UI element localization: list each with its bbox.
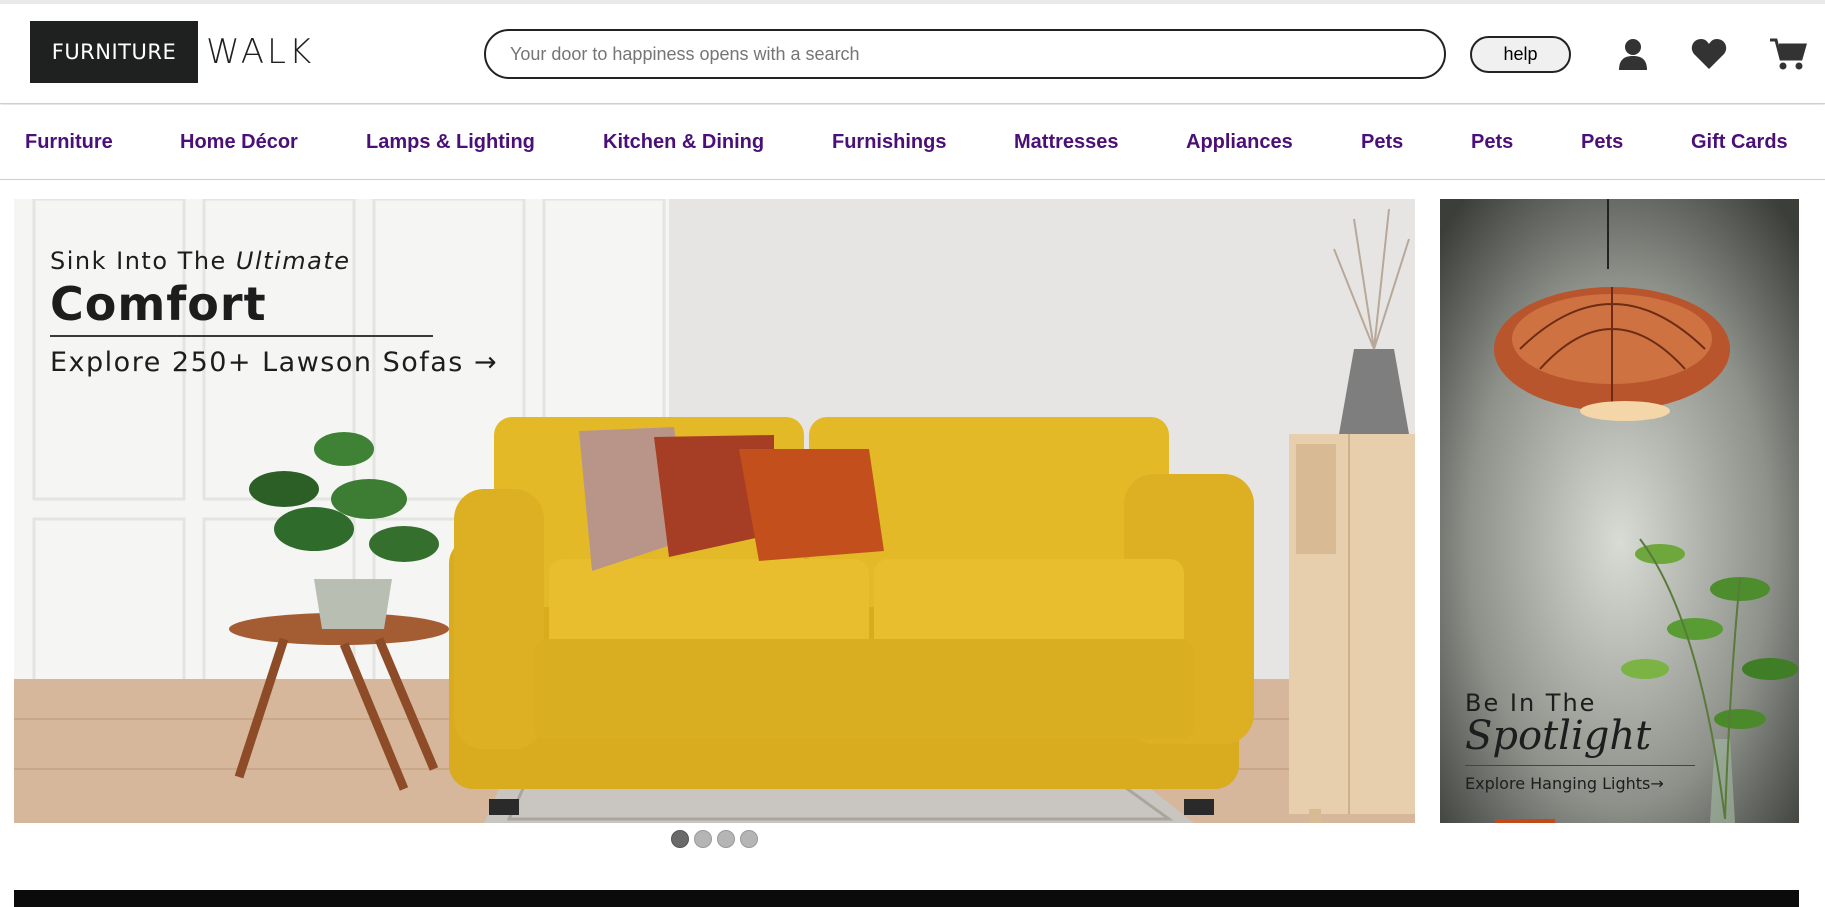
carousel-indicators (671, 830, 758, 848)
side-banner-text: Be In The Spotlight Explore Hanging Ligh… (1465, 689, 1695, 793)
nav-item-home-decor[interactable]: Home Décor (180, 131, 298, 154)
logo-box: FURNITURE (30, 21, 198, 83)
carousel-dot-2[interactable] (694, 830, 712, 848)
carousel-dot-1[interactable] (671, 830, 689, 848)
nav-item-furnishings[interactable]: Furnishings (832, 131, 946, 154)
category-nav: Furniture Home Décor Lamps & Lighting Ki… (0, 105, 1825, 180)
side-line-2: Spotlight (1465, 713, 1652, 759)
logo-word: WALK (206, 32, 315, 72)
heart-icon[interactable] (1689, 34, 1729, 74)
side-divider (1465, 765, 1695, 766)
carousel-dot-3[interactable] (717, 830, 735, 848)
hero-text: Sink Into The Ultimate Comfort Explore 2… (50, 247, 498, 378)
nav-item-gift-cards[interactable]: Gift Cards (1691, 131, 1788, 154)
nav-item-lamps-lighting[interactable]: Lamps & Lighting (366, 131, 535, 154)
site-logo[interactable]: FURNITURE WALK (30, 21, 314, 83)
nav-item-kitchen-dining[interactable]: Kitchen & Dining (603, 131, 764, 154)
nav-item-appliances[interactable]: Appliances (1186, 131, 1293, 154)
site-header: FURNITURE WALK help (0, 4, 1825, 104)
hero-banner[interactable]: Sink Into The Ultimate Comfort Explore 2… (14, 199, 1415, 823)
side-explore-link[interactable]: Explore Hanging Lights→ (1465, 774, 1695, 793)
carousel-dot-4[interactable] (740, 830, 758, 848)
nav-item-pets[interactable]: Pets (1361, 131, 1403, 154)
nav-item-pets-3[interactable]: Pets (1581, 131, 1623, 154)
side-banner[interactable]: Be In The Spotlight Explore Hanging Ligh… (1440, 199, 1799, 823)
hero-divider (50, 335, 433, 337)
help-button[interactable]: help (1470, 36, 1571, 73)
hero-explore-link[interactable]: Explore 250+ Lawson Sofas → (50, 347, 498, 378)
search-input[interactable] (484, 29, 1446, 79)
hero-line-1: Sink Into The Ultimate (50, 247, 498, 275)
next-section-banner (14, 890, 1799, 907)
nav-item-furniture[interactable]: Furniture (25, 131, 113, 154)
hero-line-1-prefix: Sink Into The (50, 247, 236, 275)
hero-line-1-italic: Ultimate (235, 247, 351, 275)
cart-icon[interactable] (1768, 34, 1808, 74)
hero-line-2: Comfort (50, 277, 267, 331)
nav-item-pets-2[interactable]: Pets (1471, 131, 1513, 154)
user-icon[interactable] (1613, 34, 1653, 74)
nav-item-mattresses[interactable]: Mattresses (1014, 131, 1119, 154)
